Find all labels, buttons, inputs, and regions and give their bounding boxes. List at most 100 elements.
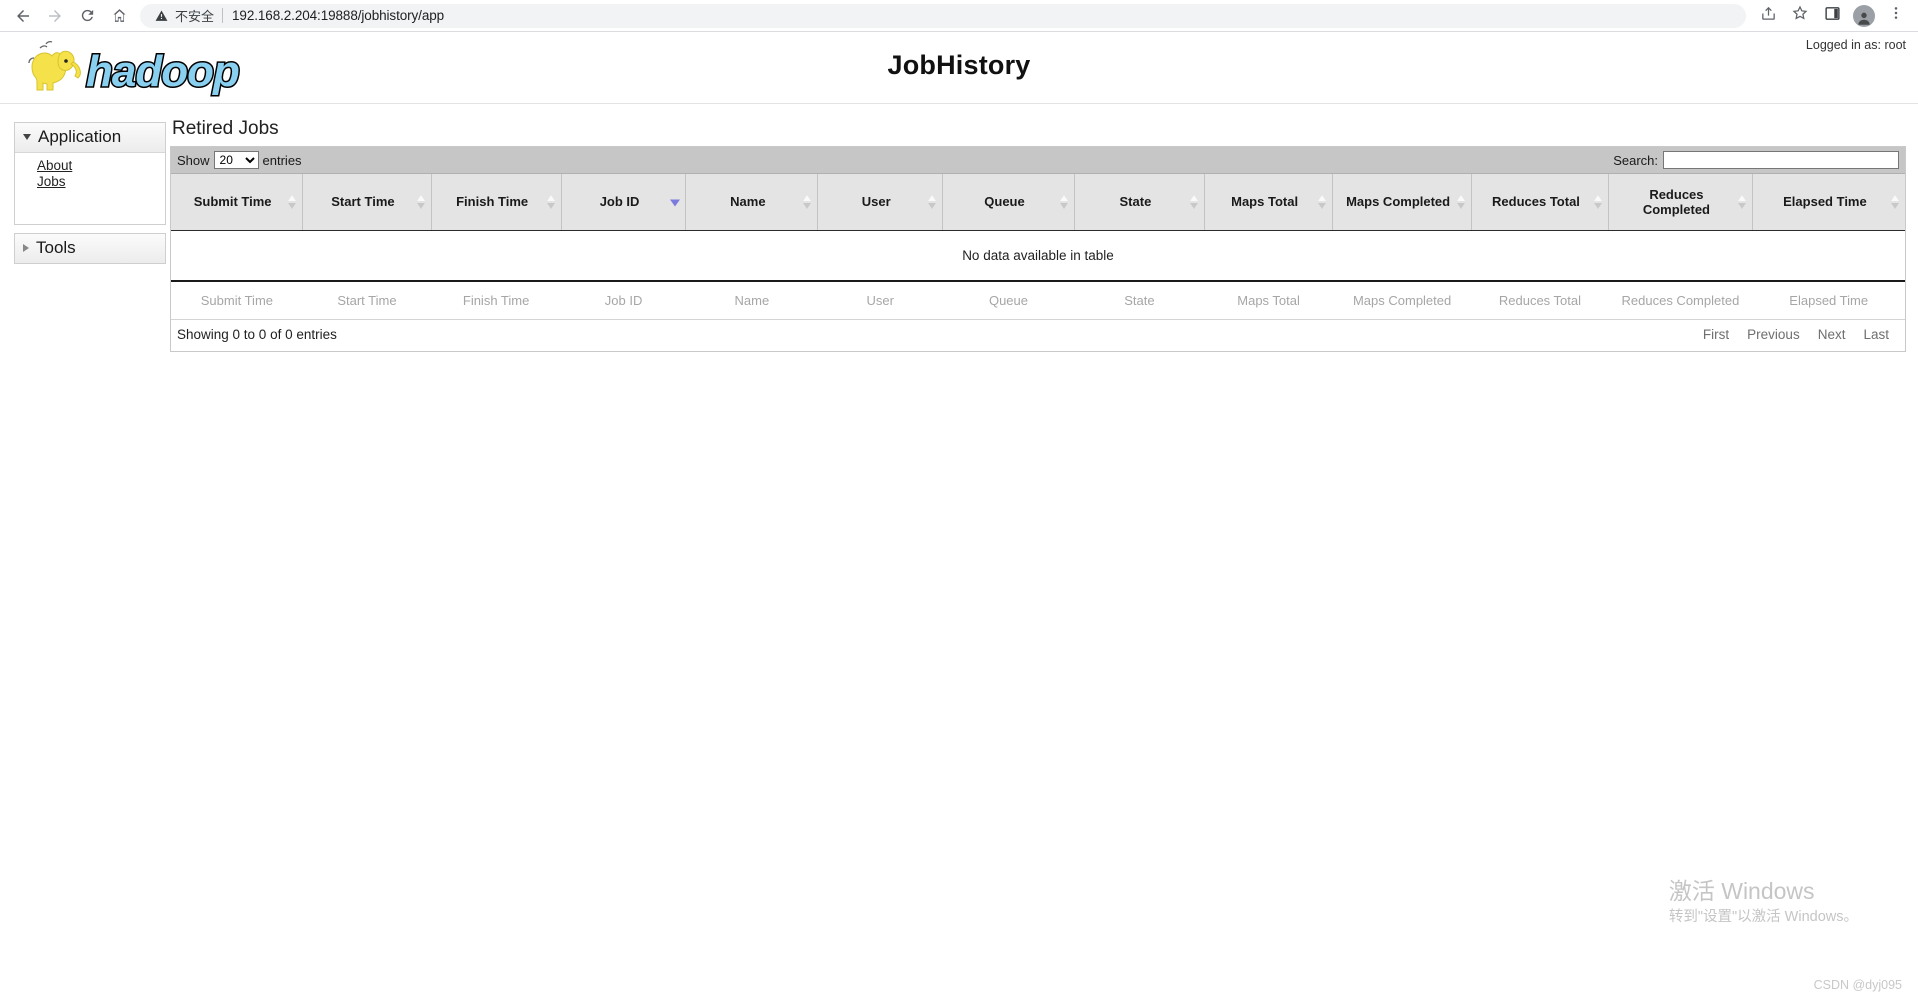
footer-row: Submit Time Start Time Finish Time Job ID Na…: [171, 280, 1905, 319]
sort-both-icon[interactable]: [1593, 194, 1603, 209]
pagination-previous[interactable]: Previous: [1747, 327, 1800, 342]
footer-column-queue: Queue: [942, 280, 1075, 319]
search-label: Search:: [1613, 152, 1658, 168]
browser-toolbar: 不安全 192.168.2.204:19888/jobhistory/app: [0, 0, 1918, 32]
sidebar-group-label: Application: [38, 127, 122, 146]
footer-column-reduces-completed: Reduces Completed: [1608, 280, 1753, 319]
address-bar[interactable]: 不安全 192.168.2.204:19888/jobhistory/app: [140, 3, 1746, 28]
sort-both-icon[interactable]: [1737, 194, 1747, 209]
sidebar-group-header-application[interactable]: Application: [15, 123, 165, 153]
sidebar-group-header-tools[interactable]: Tools: [15, 234, 165, 263]
jobs-datatable: Show 20406080100 entries Search:: [170, 146, 1906, 352]
footer-column-state: State: [1074, 280, 1205, 319]
column-header-label: User: [861, 194, 891, 210]
length-menu-suffix-label: entries: [262, 152, 302, 168]
windows-activation-watermark: 激活 Windows 转到"设置"以激活 Windows。: [1669, 876, 1858, 928]
sort-both-icon[interactable]: [546, 194, 556, 209]
table-footer: Submit Time Start Time Finish Time Job ID Na…: [171, 280, 1905, 319]
browser-menu-button[interactable]: [1882, 2, 1910, 30]
share-button[interactable]: [1754, 2, 1782, 30]
page-header: hadoop JobHistory Logged in as: root: [0, 32, 1918, 104]
jobs-table: Submit Time Start Time Finish Time Job ID Na…: [171, 174, 1905, 319]
sidebar-item-jobs[interactable]: Jobs: [15, 174, 165, 190]
pagination-next[interactable]: Next: [1818, 327, 1846, 342]
url-text: 192.168.2.204:19888/jobhistory/app: [232, 8, 445, 23]
sort-both-icon[interactable]: [416, 194, 426, 209]
column-header-name[interactable]: Name: [685, 174, 819, 231]
column-header-job-id[interactable]: Job ID: [561, 174, 687, 231]
column-header-state[interactable]: State: [1074, 174, 1205, 231]
forward-button[interactable]: [40, 1, 70, 31]
column-header-finish-time[interactable]: Finish Time: [431, 174, 562, 231]
sort-both-icon[interactable]: [1891, 194, 1900, 209]
logged-in-status: Logged in as: root: [1805, 38, 1906, 52]
sidebar-group-label: Tools: [36, 238, 76, 257]
star-icon: [1791, 4, 1809, 27]
watermark-line2: 转到"设置"以激活 Windows。: [1668, 909, 1858, 925]
search-input[interactable]: [1663, 151, 1899, 169]
pagination: First Previous Next Last: [1703, 327, 1897, 342]
sort-both-icon[interactable]: [1318, 194, 1327, 209]
sort-both-icon[interactable]: [1059, 194, 1069, 209]
column-header-reduces-completed[interactable]: Reduces Completed: [1608, 174, 1753, 231]
forward-arrow-icon: [46, 7, 64, 25]
sort-both-icon[interactable]: [803, 194, 812, 209]
column-header-user[interactable]: User: [817, 174, 944, 231]
sort-both-icon[interactable]: [1456, 194, 1466, 209]
side-panel-icon: [1824, 5, 1841, 27]
footer-column-elapsed-time: Elapsed Time: [1752, 280, 1905, 319]
sidebar-group-application: Application About Jobs: [14, 122, 166, 225]
entries-per-page-select[interactable]: 20406080100: [213, 151, 259, 169]
column-header-label: Name: [730, 194, 766, 210]
column-header-maps-completed[interactable]: Maps Completed: [1332, 174, 1472, 231]
column-header-reduces-total[interactable]: Reduces Total: [1471, 174, 1609, 231]
footer-column-finish-time: Finish Time: [431, 280, 562, 319]
section-title: Retired Jobs: [172, 118, 279, 139]
length-menu-prefix-label: Show: [177, 152, 210, 168]
sort-both-icon[interactable]: [928, 194, 937, 209]
empty-row: No data available in table: [171, 230, 1905, 282]
footer-column-submit-time: Submit Time: [171, 280, 303, 319]
pagination-first[interactable]: First: [1703, 327, 1729, 342]
column-header-queue[interactable]: Queue: [942, 174, 1075, 231]
sort-both-icon[interactable]: [288, 194, 297, 209]
back-arrow-icon: [14, 7, 32, 25]
entries-info: Showing 0 to 0 of 0 entries: [177, 326, 337, 342]
page-body: Application About Jobs Tools Retired Job…: [0, 104, 1918, 352]
column-header-maps-total[interactable]: Maps Total: [1204, 174, 1334, 231]
footer-column-user: User: [817, 280, 943, 319]
bookmark-button[interactable]: [1786, 2, 1814, 30]
pagination-last[interactable]: Last: [1863, 327, 1889, 342]
datatable-controls: Show 20406080100 entries Search:: [171, 147, 1905, 174]
column-header-label: Reduces Total: [1492, 194, 1580, 210]
three-dot-menu-icon: [1888, 5, 1904, 26]
column-header-elapsed-time[interactable]: Elapsed Time: [1752, 174, 1905, 231]
sort-both-icon[interactable]: [1189, 194, 1199, 209]
footer-column-reduces-total: Reduces Total: [1471, 280, 1609, 319]
sidebar-item-about[interactable]: About: [15, 158, 165, 174]
reload-button[interactable]: [72, 1, 102, 31]
column-header-submit-time[interactable]: Submit Time: [171, 174, 304, 231]
profile-button[interactable]: [1850, 2, 1878, 30]
home-button[interactable]: [104, 1, 134, 31]
home-icon: [111, 7, 128, 24]
column-header-label: Elapsed Time: [1783, 194, 1867, 210]
column-header-label: Finish Time: [456, 194, 529, 210]
profile-avatar-icon: [1853, 4, 1875, 27]
sort-descending-icon[interactable]: [670, 198, 681, 207]
column-header-label: Start Time: [331, 194, 395, 210]
footer-column-name: Name: [685, 280, 818, 319]
datatable-footer: Showing 0 to 0 of 0 entries First Previo…: [171, 318, 1905, 351]
main-content: Retired Jobs Show 20406080100 entries Se…: [170, 118, 1906, 352]
table-body: No data available in table: [171, 230, 1905, 282]
share-icon: [1760, 5, 1777, 27]
back-button[interactable]: [8, 1, 38, 31]
side-panel-button[interactable]: [1818, 2, 1846, 30]
chevron-down-icon: [23, 134, 31, 140]
length-menu: Show 20406080100 entries: [177, 151, 302, 169]
column-header-label: Maps Total: [1231, 194, 1299, 210]
security-status-label: 不安全: [175, 9, 215, 24]
header-row: Submit Time Start Time Finish Time Job ID Na…: [171, 174, 1905, 231]
column-header-start-time[interactable]: Start Time: [302, 174, 432, 231]
table-header: Submit Time Start Time Finish Time Job ID Na…: [171, 174, 1905, 231]
